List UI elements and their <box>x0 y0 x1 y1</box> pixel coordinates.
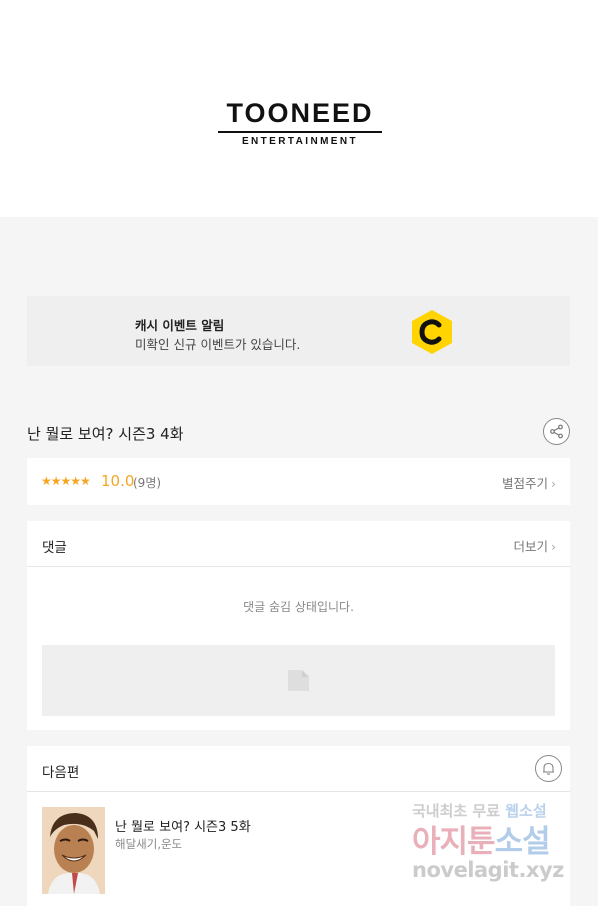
notification-button[interactable] <box>535 755 562 782</box>
event-description: 미확인 신규 이벤트가 있습니다. <box>135 337 301 352</box>
rating-card: ★★★★★ 10.0 (9명) 별점주기 › <box>27 458 570 505</box>
share-button[interactable] <box>543 418 570 445</box>
character-thumbnail-image <box>42 807 105 894</box>
chevron-right-icon: › <box>551 539 556 554</box>
episode-title: 난 뭘로 보여? 시즌3 4화 <box>27 425 184 443</box>
cash-event-banner[interactable]: 캐시 이벤트 알림 미확인 신규 이벤트가 있습니다. <box>27 296 570 366</box>
logo-sub-text: ENTERTAINMENT <box>241 136 358 147</box>
rate-button[interactable]: 별점주기 › <box>502 473 556 492</box>
rating-count: (9명) <box>133 476 162 490</box>
watermark-line2: 아지툰소설 <box>412 824 551 860</box>
comments-more-button[interactable]: 더보기 › <box>513 536 556 555</box>
next-episode-header: 다음편 <box>27 746 570 792</box>
logo-main-text: TOONEED <box>226 98 374 128</box>
next-episode-thumbnail[interactable] <box>42 807 105 894</box>
comment-placeholder <box>42 645 555 716</box>
chevron-right-icon: › <box>551 476 556 491</box>
comments-hidden-message: 댓글 숨김 상태입니다. <box>243 600 354 614</box>
bell-icon <box>543 762 554 775</box>
comments-title: 댓글 <box>42 540 67 556</box>
cash-coin-icon <box>412 310 452 354</box>
next-episode-section-title: 다음편 <box>42 765 80 781</box>
next-episode-authors: 해달새기,운도 <box>115 837 183 851</box>
watermark-line3: novelagit.xyz <box>412 858 564 882</box>
site-watermark: 국내최초 무료 웹소설 아지툰소설 novelagit.xyz <box>412 800 576 886</box>
share-icon <box>550 424 563 439</box>
tooneed-logo: TOONEED ENTERTAINMENT <box>216 99 384 148</box>
note-placeholder-icon <box>288 670 309 691</box>
comments-card: 댓글 더보기 › 댓글 숨김 상태입니다. <box>27 521 570 730</box>
rate-label: 별점주기 <box>501 476 548 491</box>
event-title: 캐시 이벤트 알림 <box>135 318 225 333</box>
rating-score: 10.0 <box>101 472 135 490</box>
logo-divider <box>218 131 382 133</box>
next-episode-title[interactable]: 난 뭘로 보여? 시즌3 5화 <box>115 816 251 835</box>
rating-stars: ★★★★★ <box>41 474 91 488</box>
more-label: 더보기 <box>513 539 548 554</box>
top-banner[interactable]: TOONEED ENTERTAINMENT <box>0 0 598 217</box>
comments-header: 댓글 더보기 › <box>27 521 570 567</box>
